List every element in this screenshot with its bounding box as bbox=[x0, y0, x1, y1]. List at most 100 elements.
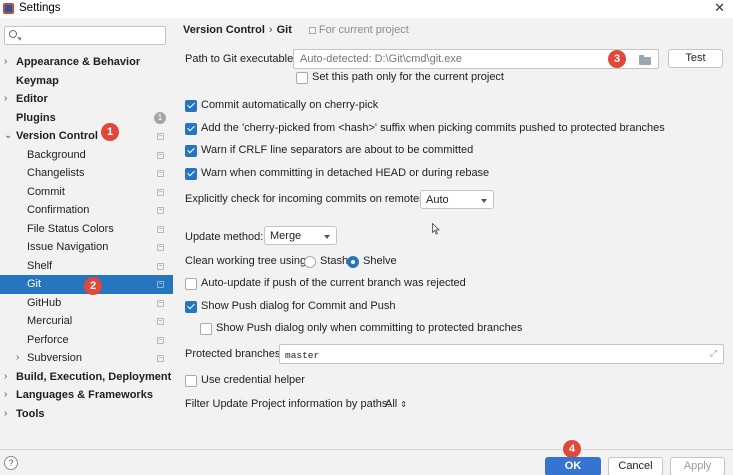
sidebar-item-mercurial[interactable]: Mercurial bbox=[0, 312, 173, 331]
update-method-select[interactable]: Merge bbox=[264, 226, 337, 245]
show-push-dialog-checkbox[interactable] bbox=[185, 301, 197, 313]
chevron-right-icon[interactable]: › bbox=[4, 53, 7, 72]
cherry-pick-suffix-checkbox[interactable] bbox=[185, 123, 197, 135]
cherry-pick-commit-checkbox[interactable] bbox=[185, 100, 197, 112]
project-scope-icon bbox=[308, 27, 316, 34]
sidebar-item-confirmation[interactable]: Confirmation bbox=[0, 201, 173, 220]
sidebar-item-appearance-behavior[interactable]: › Appearance & Behavior bbox=[0, 53, 173, 72]
annotation-badge-4: 4 bbox=[563, 440, 581, 458]
filter-update-select[interactable]: All ⇕ bbox=[385, 398, 407, 410]
sidebar-item-file-status-colors[interactable]: File Status Colors bbox=[0, 220, 173, 239]
search-options-icon[interactable]: ▾ bbox=[18, 35, 22, 43]
push-protected-only-checkbox[interactable] bbox=[200, 323, 212, 335]
sidebar-item-label: Subversion bbox=[27, 352, 83, 364]
sidebar-item-subversion[interactable]: › Subversion bbox=[0, 349, 173, 368]
git-path-input[interactable] bbox=[300, 52, 600, 66]
git-path-field[interactable] bbox=[293, 49, 659, 69]
cherry-pick-commit-label: Commit automatically on cherry-pick bbox=[201, 99, 379, 111]
project-scope-icon bbox=[157, 133, 164, 140]
push-protected-only-label: Show Push dialog only when committing to… bbox=[216, 322, 523, 334]
sidebar-item-background[interactable]: Background bbox=[0, 146, 173, 165]
filter-update-value: All bbox=[385, 398, 398, 410]
stash-radio[interactable] bbox=[304, 256, 316, 268]
sidebar-item-build-execution-deployment[interactable]: › Build, Execution, Deployment bbox=[0, 368, 173, 387]
credential-helper-checkbox[interactable] bbox=[185, 375, 197, 387]
sidebar-item-label: Changelists bbox=[27, 167, 85, 179]
chevron-right-icon[interactable]: › bbox=[16, 349, 19, 368]
project-scope-icon bbox=[157, 207, 164, 214]
clean-tree-label: Clean working tree using: bbox=[185, 255, 310, 267]
close-icon[interactable]: ✕ bbox=[714, 0, 725, 16]
sidebar-item-label: Shelf bbox=[27, 259, 53, 272]
sidebar-item-github[interactable]: GitHub bbox=[0, 294, 173, 313]
annotation-badge-2: 2 bbox=[84, 277, 102, 295]
sidebar-item-label: Commit bbox=[27, 185, 65, 198]
sidebar-item-keymap[interactable]: Keymap bbox=[0, 72, 173, 91]
sidebar-item-plugins[interactable]: Plugins 1 bbox=[0, 109, 173, 128]
browse-folder-icon[interactable] bbox=[639, 55, 651, 65]
title-bar: Settings ✕ bbox=[0, 0, 733, 18]
sidebar-item-label: Plugins bbox=[16, 111, 56, 124]
sidebar-item-label: Languages & Frameworks bbox=[16, 389, 153, 401]
search-box[interactable]: ▾ bbox=[4, 26, 166, 45]
protected-branches-field[interactable]: ⤢ bbox=[279, 344, 724, 364]
path-project-only-label: Set this path only for the current proje… bbox=[312, 71, 504, 83]
sidebar-item-editor[interactable]: › Editor bbox=[0, 90, 173, 109]
sidebar-item-label: Build, Execution, Deployment bbox=[16, 370, 172, 383]
auto-update-checkbox[interactable] bbox=[185, 278, 197, 290]
sidebar-item-label: Keymap bbox=[16, 74, 59, 87]
sidebar-item-tools[interactable]: › Tools bbox=[0, 405, 173, 424]
update-method-label: Update method: bbox=[185, 231, 264, 243]
show-push-dialog-label: Show Push dialog for Commit and Push bbox=[201, 300, 396, 312]
project-scope-icon bbox=[157, 244, 164, 251]
credential-helper-label: Use credential helper bbox=[201, 374, 305, 386]
breadcrumb-parent[interactable]: Version Control bbox=[183, 24, 265, 36]
chevron-right-icon[interactable]: › bbox=[4, 368, 7, 387]
chevron-down-icon bbox=[481, 199, 487, 203]
crlf-warn-checkbox[interactable] bbox=[185, 145, 197, 157]
expand-icon[interactable]: ⤢ bbox=[710, 348, 717, 359]
sidebar-item-issue-navigation[interactable]: Issue Navigation bbox=[0, 238, 173, 257]
project-scope-icon bbox=[157, 281, 164, 288]
chevron-right-icon[interactable]: › bbox=[4, 90, 7, 109]
chevron-down-icon[interactable]: ⌄ bbox=[4, 127, 12, 146]
protected-branches-input[interactable] bbox=[285, 348, 685, 362]
sidebar-item-languages-frameworks[interactable]: › Languages & Frameworks bbox=[0, 386, 173, 405]
chevron-right-icon[interactable]: › bbox=[4, 405, 7, 424]
sidebar-item-changelists[interactable]: Changelists bbox=[0, 164, 173, 183]
project-scope-icon bbox=[157, 225, 164, 233]
detached-head-warn-label: Warn when committing in detached HEAD or… bbox=[201, 167, 490, 179]
apply-button[interactable]: Apply bbox=[670, 457, 725, 475]
project-scope-icon bbox=[157, 170, 164, 177]
sidebar-item-version-control[interactable]: ⌄ Version Control bbox=[0, 127, 173, 146]
cancel-button[interactable]: Cancel bbox=[608, 457, 663, 475]
ok-button[interactable]: OK bbox=[545, 457, 601, 475]
incoming-check-select[interactable]: Auto bbox=[420, 190, 494, 209]
update-count-badge: 1 bbox=[154, 111, 166, 124]
mouse-cursor-icon bbox=[432, 223, 440, 235]
sidebar-item-label: Editor bbox=[16, 93, 48, 105]
annotation-badge-1: 1 bbox=[101, 123, 119, 141]
settings-tree: › Appearance & Behavior Keymap › Editor Plugi… bbox=[0, 53, 173, 423]
settings-sidebar: ▾ › Appearance & Behavior Keymap › Editor Plu… bbox=[0, 18, 173, 449]
crlf-warn-label: Warn if CRLF line separators are about t… bbox=[201, 144, 474, 156]
detached-head-warn-checkbox[interactable] bbox=[185, 168, 197, 180]
shelve-radio[interactable] bbox=[347, 256, 359, 268]
incoming-check-label: Explicitly check for incoming commits on… bbox=[185, 193, 428, 205]
sidebar-item-perforce[interactable]: Perforce bbox=[0, 331, 173, 350]
sidebar-item-label: Issue Navigation bbox=[27, 241, 109, 253]
incoming-check-value: Auto bbox=[426, 194, 449, 206]
chevron-right-icon[interactable]: › bbox=[4, 386, 7, 405]
dialog-footer: ? 4 OK Cancel Apply bbox=[0, 440, 733, 475]
path-project-only-checkbox[interactable] bbox=[296, 72, 308, 84]
test-button[interactable]: Test bbox=[668, 49, 723, 68]
project-scope-icon bbox=[157, 262, 164, 270]
help-button[interactable]: ? bbox=[4, 456, 18, 470]
sidebar-item-label: Tools bbox=[16, 407, 45, 420]
project-scope-icon bbox=[157, 151, 164, 159]
sidebar-item-shelf[interactable]: Shelf bbox=[0, 257, 173, 276]
sidebar-item-commit[interactable]: Commit bbox=[0, 183, 173, 202]
protected-branches-label: Protected branches: bbox=[185, 348, 284, 360]
project-scope-icon bbox=[157, 188, 164, 196]
search-input[interactable] bbox=[27, 28, 162, 43]
